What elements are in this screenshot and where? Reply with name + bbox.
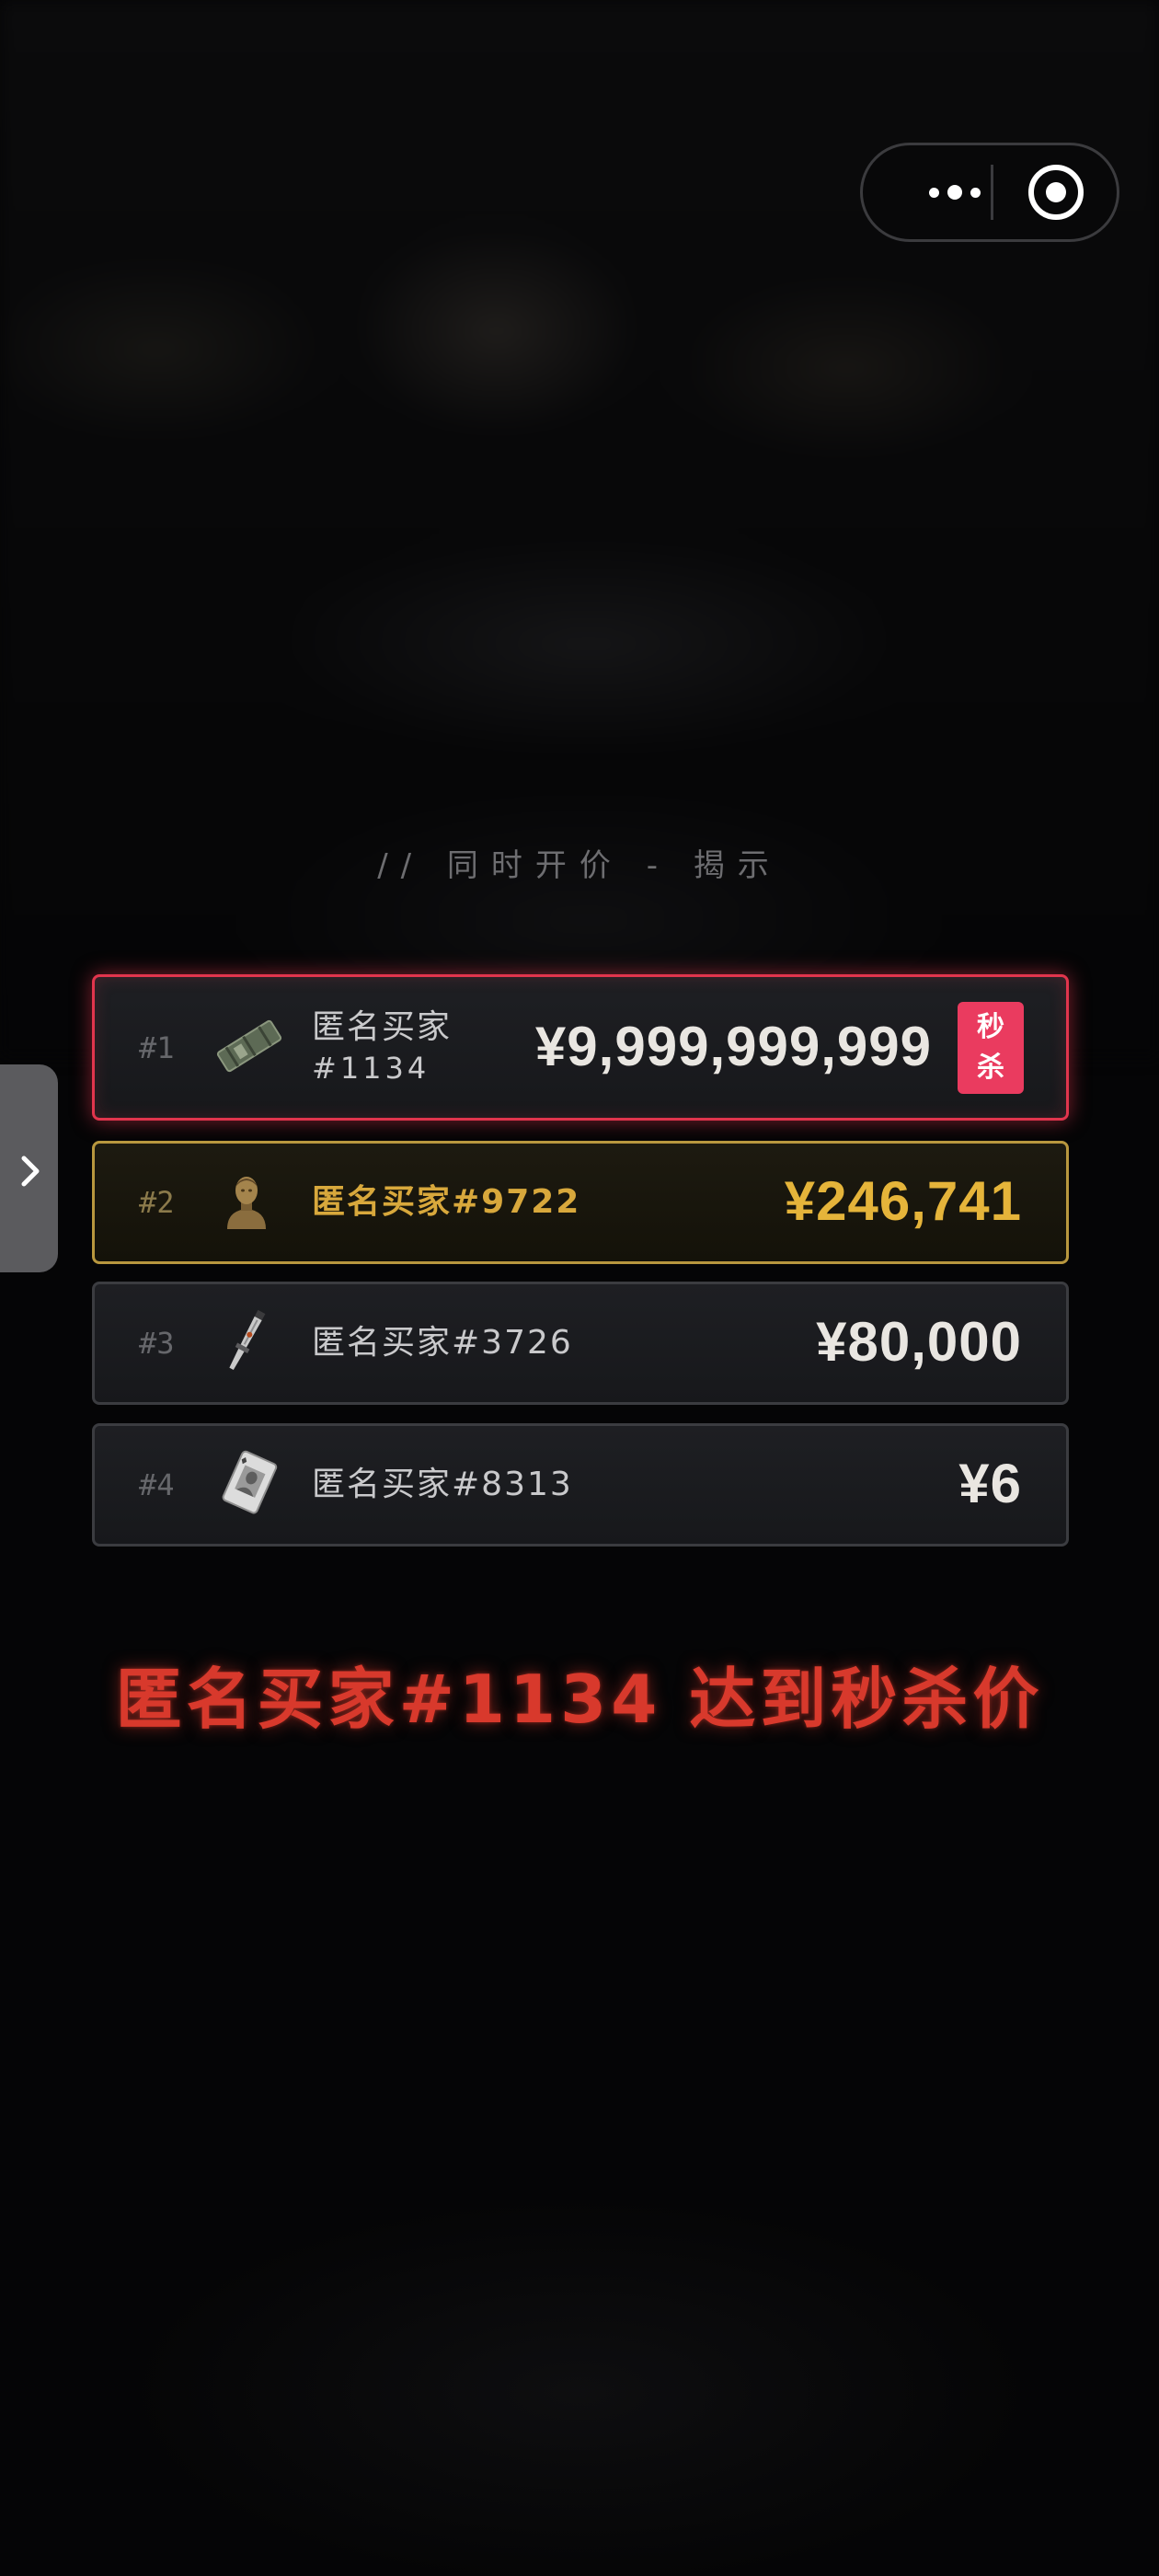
side-drawer-tab[interactable] xyxy=(0,1064,58,1272)
bid-rank: #4 xyxy=(139,1467,175,1502)
buyer-name: 匿名买家 #1134 xyxy=(312,1007,452,1088)
bid-rank: #1 xyxy=(139,1029,175,1065)
bid-rank: #2 xyxy=(139,1185,175,1220)
buyer-id: #1134 xyxy=(312,1050,430,1086)
buyer-name: 匿名买家#9722 xyxy=(312,1183,581,1221)
capsule-divider xyxy=(991,165,993,220)
bid-rank: #3 xyxy=(139,1326,175,1361)
badge-char: 秒 xyxy=(977,1011,1004,1043)
buyer-name: 匿名买家#3726 xyxy=(312,1324,573,1362)
bid-row: #3 匿名买家#3726 ¥80,000 xyxy=(92,1282,1069,1405)
flash-sale-badge: 秒 杀 xyxy=(958,1002,1024,1094)
bid-price: ¥6 xyxy=(958,1453,1022,1515)
bid-price: ¥246,741 xyxy=(784,1170,1022,1233)
background-vignette xyxy=(0,1748,1159,2576)
winner-announcement: 匿名买家#1134 达到秒杀价 xyxy=(115,1661,1044,1738)
close-miniprogram-icon[interactable] xyxy=(1028,165,1084,220)
bid-price: ¥80,000 xyxy=(816,1311,1022,1374)
badge-char: 杀 xyxy=(977,1052,1004,1084)
more-dot-icon xyxy=(929,187,939,198)
knife-icon xyxy=(214,1306,279,1380)
more-dot-icon xyxy=(970,187,981,198)
bid-price: ¥9,999,999,999 xyxy=(534,1015,932,1077)
reveal-subtitle: // 同时开价 - 揭示 xyxy=(377,847,782,884)
miniprogram-capsule xyxy=(860,143,1119,242)
bid-row: #4 匿名买家#8313 ¥6 xyxy=(92,1423,1069,1547)
chevron-right-icon xyxy=(21,1156,40,1187)
buyer-name: 匿名买家#8313 xyxy=(312,1466,573,1503)
buyer-name-line1: 匿名买家 xyxy=(312,1007,453,1046)
playing-card-icon xyxy=(214,1450,284,1520)
wrapped-package-icon xyxy=(214,1017,284,1079)
bid-row: #2 匿名买家#9722 ¥246,741 xyxy=(92,1141,1069,1264)
bid-row: #1 匿名买家 #1134 ¥9,999,999,999 秒 杀 xyxy=(92,974,1069,1121)
bronze-bust-icon xyxy=(214,1168,279,1236)
more-options-button[interactable] xyxy=(900,145,1010,239)
more-dot-icon xyxy=(947,185,962,200)
